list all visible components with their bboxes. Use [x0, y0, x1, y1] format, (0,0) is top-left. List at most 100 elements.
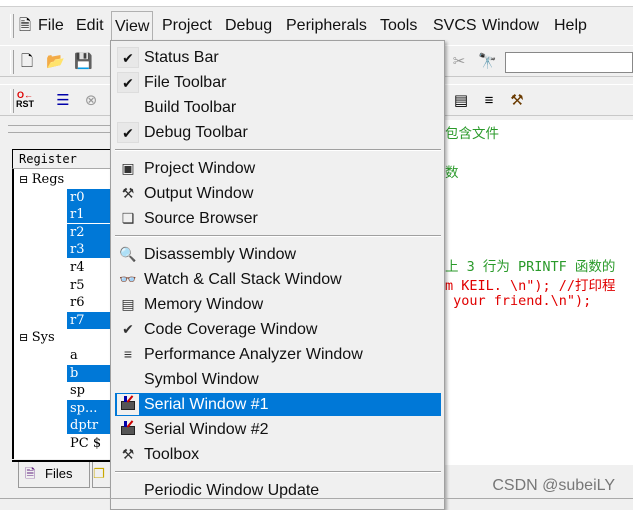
menu-item-label: Status Bar: [144, 49, 219, 66]
menu-item-disassembly-window[interactable]: 🔍 Disassembly Window: [115, 243, 441, 266]
code-line: m KEIL. \n"); //打印程: [445, 278, 616, 294]
code-line: 包含文件: [445, 126, 499, 142]
menu-item-watch-call-stack-window[interactable]: 👓 Watch & Call Stack Window: [115, 268, 441, 291]
register-row[interactable]: PC $: [67, 435, 101, 452]
register-row[interactable]: r4: [67, 259, 85, 276]
register-row[interactable]: r1: [67, 206, 114, 224]
menu-peripherals[interactable]: Peripherals: [286, 16, 367, 36]
register-row[interactable]: r5: [67, 277, 85, 294]
serial-2-icon: [117, 419, 139, 440]
menu-item-label: Debug Toolbar: [144, 124, 248, 141]
checkmark-icon: ✔: [117, 122, 139, 143]
project-tabs: 🗎 Files ❐: [12, 460, 114, 488]
performance-analyzer-icon[interactable]: ≡: [480, 92, 498, 110]
register-row[interactable]: sp: [67, 382, 85, 399]
status-bar: [0, 498, 633, 506]
register-row[interactable]: r0: [67, 188, 114, 206]
menu-item-output-window[interactable]: ⚒ Output Window: [115, 182, 441, 205]
register-header: Register: [12, 149, 112, 169]
source-browser-icon: ❏: [121, 210, 135, 226]
menu-item-code-coverage-window[interactable]: ✔ Code Coverage Window: [115, 318, 441, 341]
collapse-icon[interactable]: ⊟: [19, 331, 32, 344]
disassembly-icon: 🔍: [119, 246, 137, 262]
menu-view[interactable]: View: [111, 11, 154, 43]
new-file-icon[interactable]: 🗋: [18, 53, 36, 71]
cut-disabled-icon[interactable]: ✂: [450, 53, 468, 71]
collapse-icon[interactable]: ⊟: [19, 173, 32, 186]
checkmark-icon: ✔: [117, 47, 139, 68]
tab-files[interactable]: 🗎 Files: [18, 462, 90, 488]
menu-debug[interactable]: Debug: [225, 16, 272, 36]
register-row[interactable]: r6: [67, 294, 85, 311]
menu-help[interactable]: Help: [554, 16, 587, 36]
menu-item-label: Disassembly Window: [144, 246, 297, 263]
panel-grip[interactable]: [8, 125, 112, 133]
menu-project[interactable]: Project: [162, 16, 212, 36]
tree-group-label: Sys: [31, 330, 55, 346]
menu-file[interactable]: File: [38, 16, 64, 36]
menu-item-label: Symbol Window: [144, 371, 259, 388]
hammer-icon: ⚒: [121, 446, 135, 462]
tree-group-regs[interactable]: ⊟ Regs: [16, 171, 64, 188]
find-input[interactable]: [505, 52, 633, 73]
window-top: [0, 0, 633, 7]
toolbar-grip[interactable]: [10, 14, 14, 38]
checkmark-icon: ✔: [117, 72, 139, 93]
serial-1-icon: [117, 394, 139, 415]
toolbar-grip[interactable]: [10, 50, 14, 74]
menu-tools[interactable]: Tools: [380, 16, 417, 36]
menu-item-serial-window-1[interactable]: Serial Window #1: [115, 393, 441, 416]
memory-icon: ▤: [121, 296, 135, 312]
books-icon: ❐: [93, 466, 105, 481]
register-row[interactable]: r2: [67, 223, 114, 241]
reset-icon[interactable]: O← RST: [16, 91, 34, 109]
register-row[interactable]: dptr: [67, 417, 114, 435]
menu-item-label: File Toolbar: [144, 74, 227, 91]
serial-port-shape: [121, 396, 135, 410]
tree-group-label: Regs: [31, 172, 65, 187]
menu-item-debug-toolbar[interactable]: ✔ Debug Toolbar: [115, 121, 441, 144]
menu-item-performance-analyzer-window[interactable]: ≡ Performance Analyzer Window: [115, 343, 441, 366]
register-row[interactable]: b: [67, 364, 114, 382]
menu-svcs[interactable]: SVCS: [433, 16, 477, 36]
find-in-files-icon[interactable]: 🔭: [478, 53, 497, 71]
menu-item-label: Project Window: [144, 160, 256, 177]
memory-window-icon[interactable]: ▤: [452, 92, 470, 110]
register-row[interactable]: a: [67, 347, 78, 364]
tree-group-sys[interactable]: ⊟ Sys: [16, 329, 55, 346]
run-icon[interactable]: ☰: [54, 92, 72, 110]
menu-item-project-window[interactable]: ▣ Project Window: [115, 157, 441, 180]
menu-edit[interactable]: Edit: [76, 16, 104, 36]
tab-files-label: Files: [45, 466, 73, 481]
menu-item-label: Output Window: [144, 185, 254, 202]
code-line: 数: [445, 165, 459, 181]
register-row[interactable]: r3: [67, 241, 114, 259]
menu-item-toolbox[interactable]: ⚒ Toolbox: [115, 443, 441, 466]
project-window-icon: ▣: [121, 160, 135, 176]
save-icon[interactable]: 💾: [74, 53, 93, 71]
menu-item-label: Code Coverage Window: [144, 321, 318, 338]
register-row[interactable]: r7: [67, 311, 114, 329]
menu-item-memory-window[interactable]: ▤ Memory Window: [115, 293, 441, 316]
menu-item-status-bar[interactable]: ✔ Status Bar: [115, 46, 441, 69]
menu-item-label: Source Browser: [144, 210, 258, 227]
code-line: 上 3 行为 PRINTF 函数的: [445, 259, 616, 275]
files-icon: 🗎: [25, 466, 36, 481]
open-folder-icon[interactable]: 📂: [46, 53, 65, 71]
register-row[interactable]: sp...: [67, 399, 114, 417]
menu-window[interactable]: Window: [482, 16, 539, 36]
menu-separator: [115, 235, 441, 237]
register-tree: ⊟ Regs r0 r1 r2 r3 r4 r5 r6 r7 ⊟ Sys a b sp sp... dptr…: [12, 169, 114, 459]
menu-item-symbol-window[interactable]: Symbol Window: [115, 368, 441, 391]
menu-item-label: Watch & Call Stack Window: [144, 271, 342, 288]
menu-separator: [115, 471, 441, 473]
menu-item-build-toolbar[interactable]: Build Toolbar: [115, 96, 441, 119]
menu-item-serial-window-2[interactable]: Serial Window #2: [115, 418, 441, 441]
toolbox-icon[interactable]: ⚒: [508, 92, 526, 110]
toolbar-grip[interactable]: [10, 89, 14, 113]
menu-item-source-browser[interactable]: ❏ Source Browser: [115, 207, 441, 230]
menu-item-file-toolbar[interactable]: ✔ File Toolbar: [115, 71, 441, 94]
stop-icon[interactable]: ⊗: [82, 92, 100, 110]
code-editor[interactable]: 包含文件数上 3 行为 PRINTF 函数的 m KEIL. \n"); //打印…: [444, 120, 633, 465]
serial-port-shape: [121, 421, 135, 435]
